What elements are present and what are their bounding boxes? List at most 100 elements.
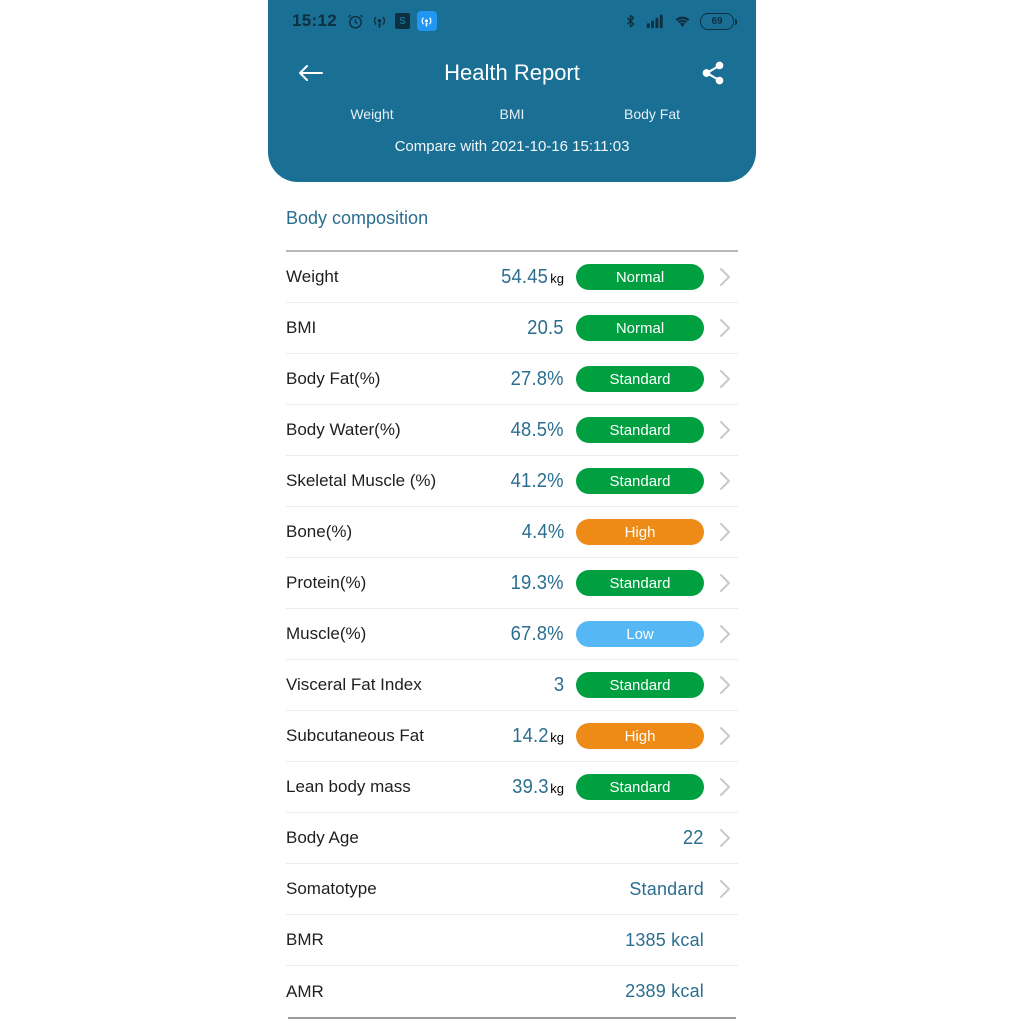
chevron-right-icon[interactable] [712, 673, 738, 697]
row-value-wrap: 4.4% [468, 521, 564, 544]
wifi-icon [675, 16, 690, 27]
row-label: Body Age [286, 828, 359, 847]
tab-weight[interactable]: Weight [302, 106, 442, 122]
table-row[interactable]: Lean body mass 39.3 kg Standard [286, 762, 738, 813]
navigation-bar: Health Report [268, 42, 756, 104]
row-label: Body Fat(%) [286, 369, 381, 388]
chevron-right-icon[interactable] [712, 367, 738, 391]
status-badge: Normal [576, 264, 704, 290]
table-row[interactable]: Subcutaneous Fat 14.2 kg High [286, 711, 738, 762]
back-arrow-icon[interactable] [294, 56, 328, 90]
status-bar-clock: 15:12 [292, 11, 337, 30]
battery-level-text: 69 [711, 15, 723, 27]
status-badge: Standard [576, 417, 704, 443]
table-row[interactable]: Weight 54.45 kg Normal [286, 252, 738, 303]
row-value-wrap: 27.8% [468, 368, 564, 391]
row-label: Protein(%) [286, 573, 367, 592]
status-badge: Low [576, 621, 704, 647]
table-row: BMR 1385 kcal [286, 915, 738, 966]
row-value-wrap: 67.8% [468, 623, 564, 646]
status-badge: High [576, 519, 704, 545]
tab-body-fat[interactable]: Body Fat [582, 106, 722, 122]
row-unit: kg [550, 729, 564, 745]
row-label: Bone(%) [286, 522, 353, 541]
chevron-right-icon[interactable] [712, 520, 738, 544]
share-icon[interactable] [696, 56, 730, 90]
row-value: 20.5 [527, 316, 564, 339]
page-title: Health Report [444, 60, 580, 85]
alarm-icon [348, 14, 363, 29]
chevron-right-icon[interactable] [712, 826, 738, 850]
table-row[interactable]: Muscle(%) 67.8% Low [286, 609, 738, 660]
row-value: 48.5% [510, 418, 564, 441]
report-tabs: Weight BMI Body Fat [268, 106, 756, 122]
row-value: 39.3 [511, 775, 549, 798]
cellular-signal-icon [646, 14, 663, 29]
hotspot-active-icon [416, 11, 437, 31]
table-row[interactable]: Somatotype Standard [286, 864, 738, 915]
chevron-right-icon[interactable] [712, 571, 738, 595]
chevron-right-icon[interactable] [712, 316, 738, 340]
section-title: Body composition [286, 208, 429, 228]
row-value-wrap: 39.3 kg [468, 776, 564, 799]
bluetooth-icon [626, 14, 635, 28]
battery-indicator: 69 [700, 12, 737, 30]
compare-timestamp: Compare with 2021-10-16 15:11:03 [394, 138, 630, 155]
row-value: 3 [553, 673, 564, 696]
row-value-wrap: 41.2% [468, 470, 564, 493]
row-label: Skeletal Muscle (%) [286, 471, 437, 490]
row-value: 41.2% [510, 469, 564, 492]
table-row[interactable]: Body Fat(%) 27.8% Standard [286, 354, 738, 405]
tab-bmi[interactable]: BMI [442, 106, 582, 122]
shop-icon: S [394, 13, 410, 29]
row-value-wrap: 20.5 [468, 317, 564, 340]
row-value: 54.45 [501, 265, 549, 288]
table-row[interactable]: Body Water(%) 48.5% Standard [286, 405, 738, 456]
chevron-right-icon[interactable] [712, 724, 738, 748]
status-badge: Normal [576, 315, 704, 341]
status-badge: Standard [576, 366, 704, 392]
row-value-wrap: 14.2 kg [468, 725, 564, 748]
row-label: Body Water(%) [286, 420, 401, 439]
row-value-wrap: Standard [608, 879, 704, 900]
row-value: 14.2 [511, 724, 549, 747]
table-row[interactable]: Bone(%) 4.4% High [286, 507, 738, 558]
row-value: 22 [683, 826, 704, 849]
chevron-right-icon[interactable] [712, 622, 738, 646]
row-value: 4.4% [521, 520, 564, 543]
table-row[interactable]: Protein(%) 19.3% Standard [286, 558, 738, 609]
status-badge: Standard [576, 468, 704, 494]
row-unit: kg [550, 270, 564, 286]
row-label: Lean body mass [286, 777, 411, 796]
table-row[interactable]: Skeletal Muscle (%) 41.2% Standard [286, 456, 738, 507]
row-label: Weight [286, 267, 339, 286]
row-label: BMI [286, 318, 317, 337]
row-label: Visceral Fat Index [286, 675, 422, 694]
chevron-right-icon[interactable] [712, 877, 738, 901]
table-row[interactable]: BMI 20.5 Normal [286, 303, 738, 354]
row-value-wrap: 2389 kcal [608, 981, 704, 1002]
chevron-right-icon[interactable] [712, 469, 738, 493]
status-badge: Standard [576, 774, 704, 800]
row-value: 1385 kcal [625, 929, 704, 950]
status-bar-left: 15:12 S [292, 11, 437, 31]
chevron-right-icon[interactable] [712, 418, 738, 442]
row-value-wrap: 54.45 kg [468, 266, 564, 289]
row-label: Muscle(%) [286, 624, 367, 643]
row-label: Somatotype [286, 879, 377, 898]
hotspot-icon [373, 16, 386, 28]
status-badge: Standard [576, 672, 704, 698]
row-label: BMR [286, 930, 324, 949]
row-label: AMR [286, 981, 324, 1001]
phone-screen: 15:12 S 69 Health Report Weight BMI Body… [268, 0, 756, 1024]
row-value: Standard [629, 878, 704, 899]
table-row[interactable]: Visceral Fat Index 3 Standard [286, 660, 738, 711]
table-row[interactable]: Body Age 22 [286, 813, 738, 864]
list-bottom-divider [288, 1017, 736, 1019]
row-value: 67.8% [510, 622, 564, 645]
chevron-right-icon[interactable] [712, 775, 738, 799]
chevron-right-icon[interactable] [712, 265, 738, 289]
row-value-wrap: 19.3% [468, 572, 564, 595]
row-value: 2389 kcal [625, 981, 704, 1001]
body-composition-list: Weight 54.45 kg Normal BMI 20.5 Normal Body Fat… [268, 250, 756, 1019]
